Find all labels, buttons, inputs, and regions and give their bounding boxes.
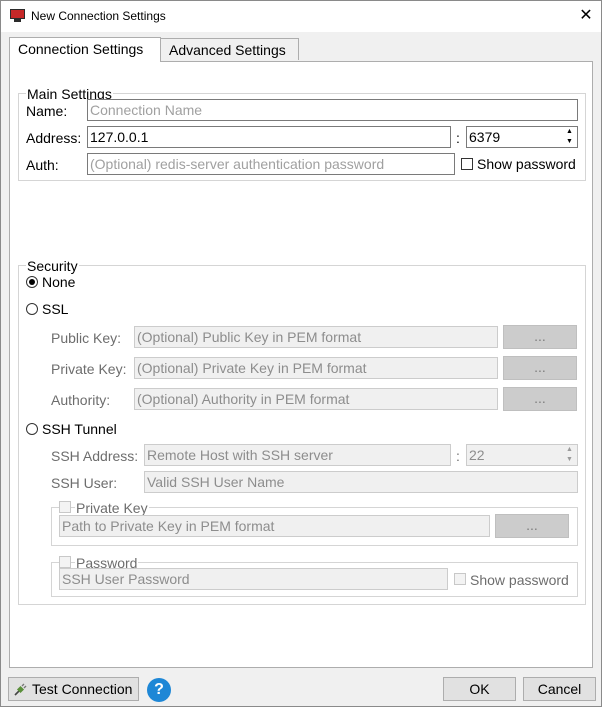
- ssh-tunnel-label: SSH Tunnel: [42, 421, 117, 437]
- name-input[interactable]: Connection Name: [87, 99, 578, 121]
- ssh-show-password-label: Show password: [470, 572, 569, 588]
- close-icon[interactable]: ✕: [575, 5, 597, 27]
- test-connection-button[interactable]: Test Connection: [8, 677, 139, 701]
- help-icon[interactable]: ?: [147, 678, 171, 702]
- authority-input[interactable]: (Optional) Authority in PEM format: [134, 388, 498, 410]
- stepper-up-icon[interactable]: ▲: [563, 445, 576, 455]
- radio-ssl[interactable]: [26, 303, 38, 315]
- private-key-input[interactable]: (Optional) Private Key in PEM format: [134, 357, 498, 379]
- ssh-address-input[interactable]: Remote Host with SSH server: [144, 444, 451, 466]
- dialog-window: New Connection Settings ✕ Connection Set…: [0, 0, 602, 707]
- auth-input[interactable]: (Optional) redis-server authentication p…: [87, 153, 455, 175]
- title-bar: New Connection Settings ✕: [1, 1, 601, 32]
- ssh-user-label: SSH User:: [51, 475, 118, 491]
- tab-connection-settings[interactable]: Connection Settings: [9, 37, 161, 62]
- private-key-label: Private Key:: [51, 361, 127, 377]
- port-separator: :: [456, 130, 460, 146]
- authority-browse-button[interactable]: ...: [503, 387, 577, 411]
- security-legend: Security: [26, 258, 79, 274]
- auth-label: Auth:: [26, 157, 59, 173]
- ssh-port-stepper[interactable]: ▲ ▼: [563, 445, 576, 465]
- ssh-address-label: SSH Address:: [51, 448, 139, 464]
- name-label: Name:: [26, 103, 68, 119]
- stepper-down-icon[interactable]: ▼: [563, 455, 576, 465]
- address-input[interactable]: 127.0.0.1: [87, 126, 451, 148]
- redis-app-icon: [10, 9, 25, 22]
- test-connection-label: Test Connection: [32, 681, 133, 697]
- window-title: New Connection Settings: [31, 9, 166, 23]
- radio-none[interactable]: [26, 276, 38, 288]
- public-key-label: Public Key:: [51, 330, 122, 346]
- ok-button[interactable]: OK: [443, 677, 516, 701]
- show-password-label: Show password: [477, 156, 576, 172]
- private-key-path-input[interactable]: Path to Private Key in PEM format: [59, 515, 490, 537]
- password-checkbox[interactable]: [59, 556, 71, 568]
- ssh-port-input[interactable]: 22: [466, 444, 578, 466]
- public-key-input[interactable]: (Optional) Public Key in PEM format: [134, 326, 498, 348]
- private-key-group-label: Private Key: [75, 500, 149, 516]
- ssh-password-input[interactable]: SSH User Password: [59, 568, 448, 590]
- private-key-path-browse-button[interactable]: ...: [495, 514, 569, 538]
- plug-icon: [14, 683, 27, 696]
- ssh-show-password-checkbox[interactable]: [454, 573, 466, 585]
- radio-ssh-tunnel[interactable]: [26, 423, 38, 435]
- tab-advanced-settings[interactable]: Advanced Settings: [161, 38, 299, 60]
- ssh-port-separator: :: [456, 448, 460, 464]
- public-key-browse-button[interactable]: ...: [503, 325, 577, 349]
- stepper-up-icon[interactable]: ▲: [563, 127, 576, 137]
- stepper-down-icon[interactable]: ▼: [563, 137, 576, 147]
- ssh-user-input[interactable]: Valid SSH User Name: [144, 471, 578, 493]
- address-label: Address:: [26, 130, 82, 146]
- private-key-browse-button[interactable]: ...: [503, 356, 577, 380]
- cancel-button[interactable]: Cancel: [523, 677, 596, 701]
- port-stepper[interactable]: ▲ ▼: [563, 127, 576, 147]
- authority-label: Authority:: [51, 392, 111, 408]
- ssl-label: SSL: [42, 301, 69, 317]
- show-password-checkbox[interactable]: [461, 158, 473, 170]
- private-key-checkbox[interactable]: [59, 501, 71, 513]
- port-input[interactable]: 6379: [466, 126, 578, 148]
- none-label: None: [42, 274, 76, 290]
